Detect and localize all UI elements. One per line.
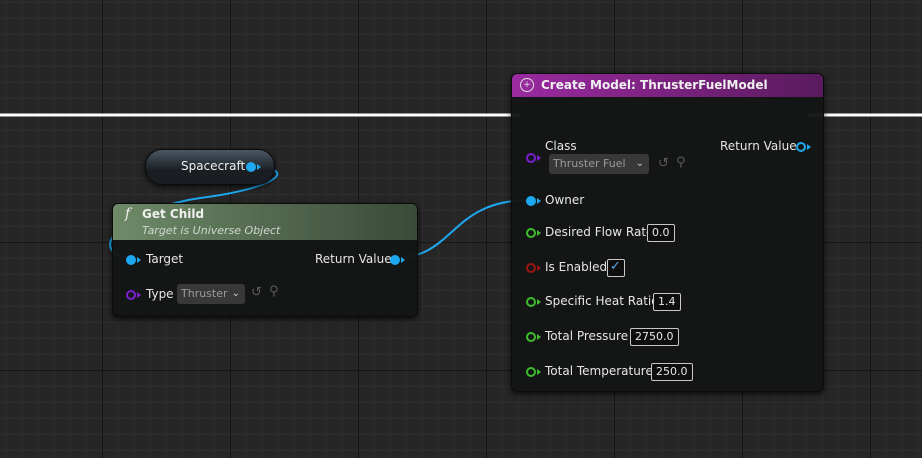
class-pin-arrow [537,155,541,161]
spacecraft-variable-node[interactable]: Spacecraft [145,149,275,185]
spacecraft-output-arrow [257,164,261,170]
chevron-down-icon: ⌄ [635,158,644,169]
class-dropdown-value: Thruster Fuel M [553,157,626,170]
spacecraft-label: Spacecraft [181,159,246,173]
target-pin[interactable] [126,255,136,265]
type-dropdown[interactable]: Thruster ⌄ [177,284,245,304]
function-icon: f [125,206,131,222]
is-enabled-checkbox[interactable]: ✓ [607,259,625,277]
desired-flow-rate-pin[interactable] [526,228,536,238]
get-child-node[interactable]: f Get Child Target is Universe Object Ta… [112,203,418,317]
create-model-return-pin[interactable] [796,142,806,152]
get-child-subtitle: Target is Universe Object [142,224,281,237]
is-enabled-label: Is Enabled [545,260,608,274]
get-child-return-label: Return Value [315,252,392,266]
total-temperature-arrow [537,369,541,375]
total-temperature-label: Total Temperature [545,364,653,378]
use-selected-icon[interactable]: ↺ [658,156,669,171]
specific-heat-ratio-field[interactable]: 1.4 [653,293,681,311]
target-label: Target [146,252,184,266]
type-label: Type [146,287,174,301]
total-pressure-label: Total Pressure [545,329,629,343]
total-temperature-pin[interactable] [526,367,536,377]
owner-label: Owner [545,193,585,207]
total-pressure-field[interactable]: 2750.0 [630,328,679,346]
desired-flow-rate-field[interactable]: 0.0 [647,224,675,242]
owner-pin-arrow [537,198,541,204]
total-temperature-field[interactable]: 250.0 [651,363,693,381]
owner-pin[interactable] [526,196,536,206]
checkmark-icon: ✓ [610,259,621,274]
browse-search-icon[interactable]: ⚲ [269,284,279,299]
is-enabled-pin[interactable] [526,263,536,273]
use-selected-icon[interactable]: ↺ [251,285,262,300]
specific-heat-ratio-arrow [537,299,541,305]
get-child-title: Get Child [142,207,205,221]
spacecraft-output-pin[interactable] [246,162,256,172]
desired-flow-rate-label: Desired Flow Rate [545,225,654,239]
type-dropdown-value: Thruster [181,287,228,300]
type-pin-arrow [137,292,141,298]
target-pin-arrow [137,257,141,263]
total-pressure-pin[interactable] [526,332,536,342]
desired-flow-rate-arrow [537,230,541,236]
specific-heat-ratio-label: Specific Heat Ratio [545,294,659,308]
class-label: Class [545,139,577,153]
class-dropdown[interactable]: Thruster Fuel M ⌄ [549,154,649,174]
type-pin[interactable] [126,290,136,300]
get-child-return-arrow [401,257,405,263]
is-enabled-arrow [537,265,541,271]
browse-search-icon[interactable]: ⚲ [676,155,686,170]
total-pressure-arrow [537,334,541,340]
create-model-node[interactable]: + Create Model: ThrusterFuelModel Class … [511,73,824,392]
create-model-icon: + [520,78,534,92]
create-model-return-arrow [807,144,811,150]
create-model-return-label: Return Value [720,139,797,153]
create-model-title: Create Model: ThrusterFuelModel [541,78,768,92]
class-pin[interactable] [526,153,536,163]
get-child-return-pin[interactable] [390,255,400,265]
specific-heat-ratio-pin[interactable] [526,297,536,307]
chevron-down-icon: ⌄ [231,288,240,299]
